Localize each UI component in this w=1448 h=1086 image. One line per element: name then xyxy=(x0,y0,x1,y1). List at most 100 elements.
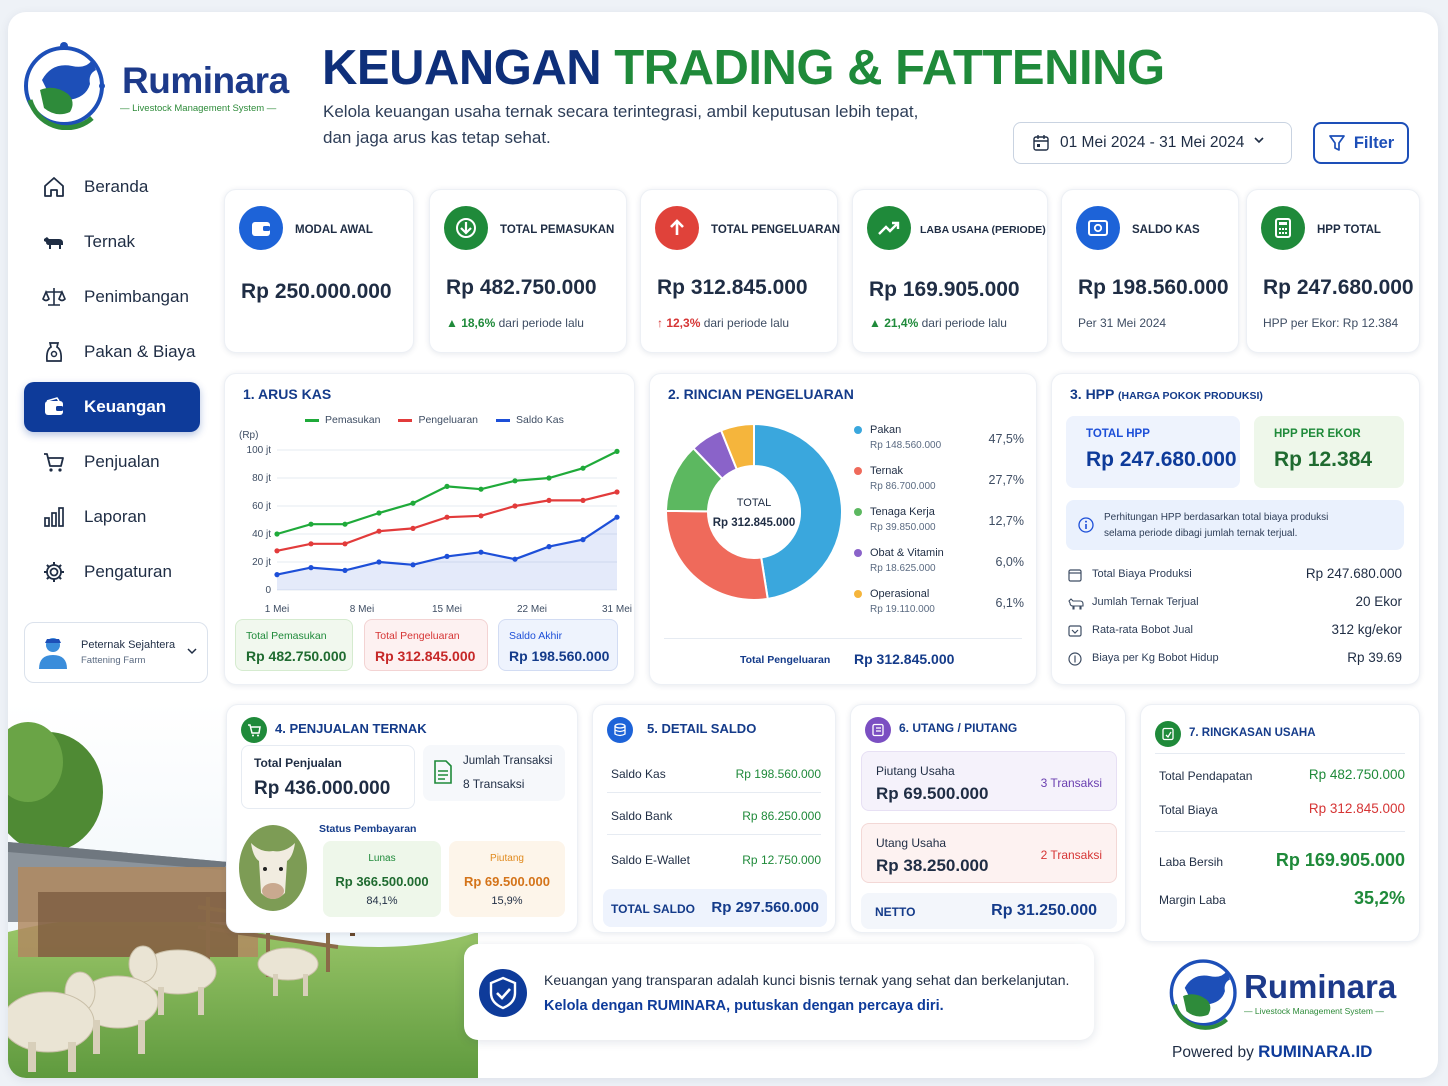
wallet-icon xyxy=(45,397,63,415)
y-tick-label: 20 jt xyxy=(252,557,271,568)
data-point xyxy=(580,465,586,471)
x-tick-label: 8 Mei xyxy=(350,604,374,614)
data-point xyxy=(308,521,314,527)
data-point xyxy=(308,565,314,571)
kpi-value: Rp 250.000.000 xyxy=(241,280,392,303)
motto-line1: Keuangan yang transparan adalah kunci bi… xyxy=(544,972,1070,988)
chevron-down-icon[interactable] xyxy=(187,647,197,655)
summary-total-pengeluaran: Total Pengeluaran Rp 312.845.000 xyxy=(364,619,488,671)
sidebar-item-keuangan[interactable]: Keuangan xyxy=(24,382,200,432)
kpi-label: TOTAL PEMASUKAN xyxy=(500,224,615,236)
data-point xyxy=(444,553,450,559)
hpp-row-biaya-per-kg: Biaya per Kg Bobot Hidup Rp 39.69 xyxy=(1068,650,1402,670)
footer-brand[interactable]: Ruminara — Livestock Management System —… xyxy=(1168,954,1408,1064)
summary-value: Rp 312.845.000 xyxy=(375,648,476,664)
report-icon xyxy=(1155,721,1181,747)
panel-utang-piutang: 6. UTANG / PIUTANG Piutang Usaha Rp 69.5… xyxy=(850,704,1126,933)
sidebar-item-label: Keuangan xyxy=(84,397,167,416)
motto-banner: Keuangan yang transparan adalah kunci bi… xyxy=(464,944,1094,1040)
data-point xyxy=(444,483,450,489)
kpi-delta: ▲ 18,6% xyxy=(446,316,496,330)
database-icon xyxy=(607,717,633,743)
cart-icon xyxy=(241,717,267,743)
filter-button[interactable]: Filter xyxy=(1313,122,1409,164)
data-point xyxy=(410,500,416,506)
kpi-modal-awal[interactable]: MODAL AWAL Rp 250.000.000 xyxy=(224,189,414,353)
hpp-info-note: Perhitungan HPP berdasarkan total biaya … xyxy=(1066,500,1404,550)
y-axis-unit-label: (Rp) xyxy=(239,430,258,441)
app-frame: Ruminara — Livestock Management System —… xyxy=(8,12,1438,1078)
data-point xyxy=(614,514,620,520)
document-icon xyxy=(434,760,452,784)
sidebar-nav: Beranda Ternak Penimbangan Pakan & Biaya… xyxy=(24,162,200,602)
kpi-note: ▲ 21,4% dari periode lalu xyxy=(869,316,1007,330)
netto-box: NETTO Rp 31.250.000 xyxy=(861,893,1117,929)
panel-title: 6. UTANG / PIUTANG xyxy=(899,721,1018,735)
legend-item-obat-vitamin: Obat & Vitamin Rp 18.625.000 6,0% xyxy=(854,547,1024,574)
home-icon xyxy=(44,177,64,197)
kpi-note-text: dari periode lalu xyxy=(921,316,1007,330)
sidebar-item-beranda[interactable]: Beranda xyxy=(24,162,200,212)
sidebar-item-laporan[interactable]: Laporan xyxy=(24,492,200,542)
summary-value: Rp 482.750.000 xyxy=(246,648,347,664)
sidebar-item-penimbangan[interactable]: Penimbangan xyxy=(24,272,200,322)
kpi-saldo-kas[interactable]: SALDO KAS Rp 198.560.000 Per 31 Mei 2024 xyxy=(1061,189,1239,353)
user-name: Peternak Sejahtera xyxy=(81,639,176,651)
kpi-label: MODAL AWAL xyxy=(295,224,373,236)
date-range-picker[interactable]: 01 Mei 2024 - 31 Mei 2024 xyxy=(1013,122,1292,164)
jumlah-transaksi-label: Jumlah Transaksi xyxy=(463,755,553,767)
piutang-value: Rp 69.500.000 xyxy=(463,874,550,889)
brand-logo[interactable]: Ruminara — Livestock Management System — xyxy=(22,40,289,136)
total-penjualan-value: Rp 436.000.000 xyxy=(254,778,391,799)
kpi-total-pemasukan[interactable]: TOTAL PEMASUKAN Rp 482.750.000 ▲ 18,6% d… xyxy=(429,189,627,353)
total-saldo-box: TOTAL SALDO Rp 297.560.000 xyxy=(603,889,827,927)
total-pendapatan-value: Rp 482.750.000 xyxy=(1308,767,1405,782)
sidebar-item-pengaturan[interactable]: Pengaturan xyxy=(24,547,200,597)
netto-label: NETTO xyxy=(875,905,916,919)
summary-value: Rp 198.560.000 xyxy=(509,648,610,664)
data-point xyxy=(512,503,518,509)
y-tick-label: 100 jt xyxy=(247,445,272,456)
jumlah-transaksi-box: Jumlah Transaksi 8 Transaksi xyxy=(423,745,565,801)
scale-icon xyxy=(42,288,66,306)
data-point xyxy=(546,497,552,503)
feed-bag-icon xyxy=(45,342,63,362)
y-tick-label: 80 jt xyxy=(252,473,271,484)
kpi-total-pengeluaran[interactable]: TOTAL PENGELUARAN Rp 312.845.000 ↑ 12,3%… xyxy=(640,189,840,353)
summary-label: Total Pengeluaran xyxy=(375,630,460,642)
cart-icon xyxy=(44,453,64,472)
x-tick-label: 31 Mei xyxy=(602,604,632,614)
data-point xyxy=(546,544,552,550)
total-biaya-value: Rp 312.845.000 xyxy=(1308,801,1405,816)
scale-icon xyxy=(1068,625,1082,637)
kpi-note: Per 31 Mei 2024 xyxy=(1078,316,1167,330)
sidebar-item-pakan-biaya[interactable]: Pakan & Biaya xyxy=(24,327,200,377)
utang-usaha-value: Rp 38.250.000 xyxy=(876,856,989,875)
total-saldo-value: Rp 297.560.000 xyxy=(711,899,819,916)
data-point xyxy=(274,572,280,578)
user-profile-card[interactable]: Peternak Sejahtera Fattening Farm xyxy=(24,622,208,683)
netto-value: Rp 31.250.000 xyxy=(991,902,1097,919)
total-pengeluaran-value: Rp 312.845.000 xyxy=(854,651,955,667)
data-point xyxy=(274,548,280,554)
arrow-down-icon xyxy=(444,206,488,250)
summary-label: Total Pemasukan xyxy=(246,630,327,642)
hpp-row-total-biaya: Total Biaya Produksi Rp 247.680.000 xyxy=(1068,566,1402,586)
kpi-laba-usaha[interactable]: LABA USAHA (PERIODE) Rp 169.905.000 ▲ 21… xyxy=(852,189,1048,353)
piutang-label: Piutang xyxy=(490,853,524,864)
kpi-hpp-total[interactable]: HPP TOTAL Rp 247.680.000 HPP per Ekor: R… xyxy=(1246,189,1420,353)
piutang-pct: 15,9% xyxy=(491,895,523,907)
cashflow-line-chart: (Rp) 100 jt 80 jt 60 jt 40 jt 20 jt 0 1 Mei 8 … xyxy=(239,430,632,614)
sidebar-item-ternak[interactable]: Ternak xyxy=(24,217,200,267)
ruminara-logo-icon xyxy=(1169,959,1237,1030)
calculator-icon xyxy=(1261,206,1305,250)
powered-by: Powered by RUMINARA.ID xyxy=(1172,1042,1373,1061)
kpi-value: Rp 198.560.000 xyxy=(1078,276,1229,299)
cow-icon xyxy=(44,237,63,249)
laba-bersih-value: Rp 169.905.000 xyxy=(1275,850,1405,870)
summary-label: Saldo Akhir xyxy=(509,630,563,642)
series-line-pemasukan xyxy=(276,450,618,536)
saldo-row-ewallet: Saldo E-Wallet Rp 12.750.000 xyxy=(611,853,821,867)
sidebar-item-penjualan[interactable]: Penjualan xyxy=(24,437,200,487)
data-point xyxy=(376,510,382,516)
